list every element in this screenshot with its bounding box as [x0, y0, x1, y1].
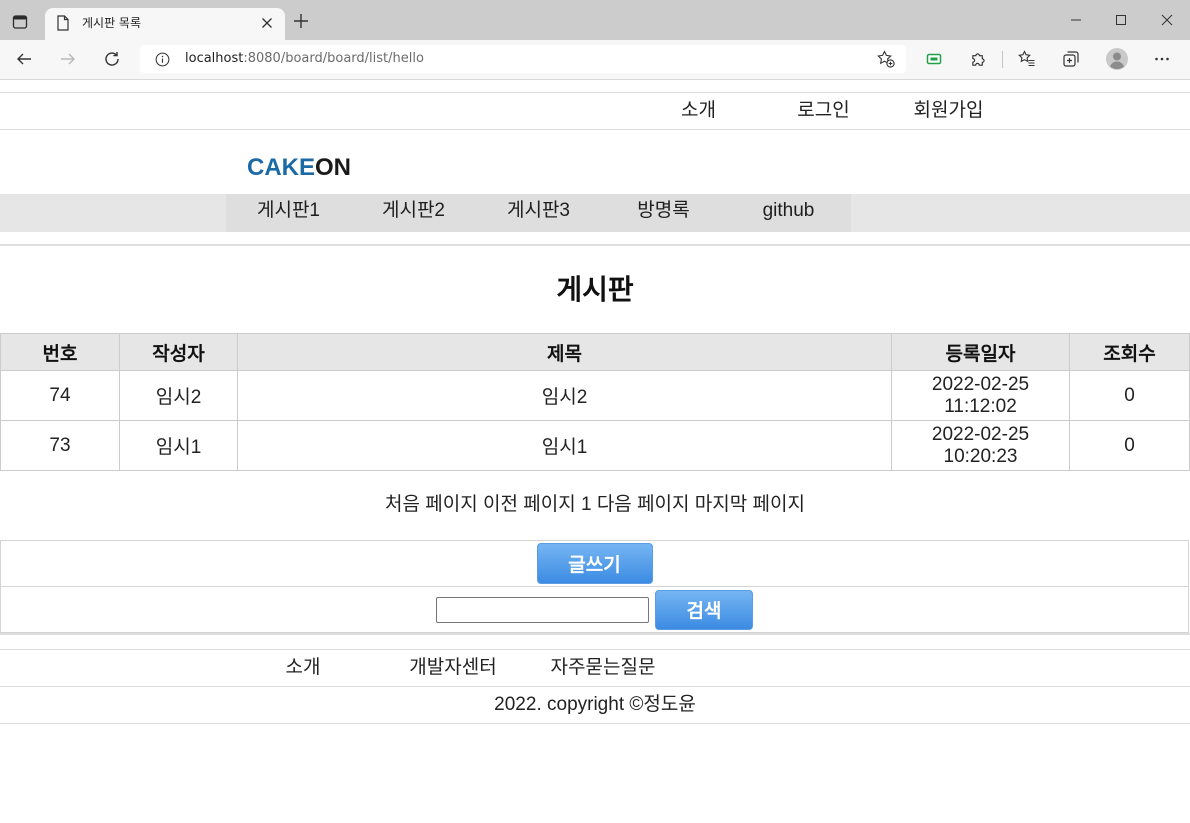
main-nav-list: 게시판1 게시판2 게시판3 방명록 github [226, 194, 851, 232]
reg-date-text: 2022-02-25 10:20:23 [931, 423, 1030, 467]
cell-writer: 임시1 [119, 420, 238, 471]
cell-reg-date: 2022-02-25 10:20:23 [891, 420, 1070, 471]
header-writer: 작성자 [119, 333, 238, 371]
minimize-icon[interactable] [1060, 4, 1092, 36]
pagination-prev-link[interactable]: 이전 페이지 [483, 494, 576, 515]
info-icon[interactable] [152, 49, 172, 69]
footer-intro-link[interactable]: 소개 [228, 650, 378, 685]
search-button[interactable]: 검색 [655, 589, 753, 630]
write-row: 글쓰기 [0, 540, 1189, 587]
cell-views: 0 [1069, 370, 1190, 421]
search-input[interactable] [436, 596, 649, 623]
pagination-next-link[interactable]: 다음 페이지 [597, 494, 690, 515]
table-row: 73 임시1 임시1 2022-02-25 10:20:23 0 [0, 420, 1190, 471]
new-tab-icon[interactable] [289, 9, 313, 33]
tab-strip: 게시판 목록 [0, 0, 1190, 40]
cell-subject: 임시2 [237, 370, 892, 421]
close-window-icon[interactable] [1151, 4, 1183, 36]
browser-toolbar: localhost:8080/board/board/list/hello [0, 40, 1190, 80]
search-form: 검색 [1, 589, 1188, 630]
browser-tab[interactable]: 게시판 목록 [45, 8, 285, 40]
extensions-puzzle-icon[interactable] [962, 43, 994, 75]
tab-title: 게시판 목록 [82, 16, 142, 30]
footer-divider [0, 633, 1190, 635]
pagination-first-link[interactable]: 처음 페이지 [385, 494, 478, 515]
footer-dev-center-link[interactable]: 개발자센터 [378, 650, 528, 685]
cell-views: 0 [1069, 420, 1190, 471]
write-cell: 글쓰기 [0, 540, 1189, 587]
url-text[interactable]: localhost:8080/board/board/list/hello [185, 45, 424, 73]
page-icon [53, 13, 73, 33]
top-nav-intro-link[interactable]: 소개 [636, 93, 761, 128]
main-nav-github[interactable]: github [726, 194, 851, 232]
cell-reg-date: 2022-02-25 11:12:02 [891, 370, 1070, 421]
profile-icon[interactable] [1101, 43, 1133, 75]
forward-icon[interactable] [52, 43, 84, 75]
address-bar[interactable]: localhost:8080/board/board/list/hello [140, 45, 906, 73]
header-views: 조회수 [1069, 333, 1190, 371]
add-favorite-icon[interactable] [874, 47, 898, 71]
url-host: localhost [185, 51, 244, 66]
board-actions: 글쓰기 검색 [0, 540, 1189, 633]
header-no: 번호 [0, 333, 120, 371]
main-nav-guestbook[interactable]: 방명록 [601, 194, 726, 232]
post-title-link[interactable]: 임시2 [542, 387, 588, 408]
favorites-icon[interactable] [1011, 43, 1043, 75]
pagination-last-link[interactable]: 마지막 페이지 [695, 494, 805, 515]
pagination: 처음 페이지 이전 페이지 1 다음 페이지 마지막 페이지 [0, 470, 1190, 540]
reg-date-text: 2022-02-25 11:12:02 [931, 373, 1030, 417]
top-nav: 소개 로그인 회원가입 [0, 92, 1190, 130]
write-button[interactable]: 글쓰기 [536, 543, 653, 584]
collections-icon[interactable] [1055, 43, 1087, 75]
tab-actions-icon[interactable] [4, 6, 36, 38]
url-path: :8080/board/board/list/hello [243, 51, 424, 66]
table-row: 74 임시2 임시2 2022-02-25 11:12:02 0 [0, 370, 1190, 421]
close-tab-icon[interactable] [257, 13, 277, 33]
search-row: 검색 [0, 586, 1189, 633]
footer-nav: 소개 개발자센터 자주묻는질문 [0, 649, 1190, 687]
cell-writer: 임시2 [119, 370, 238, 421]
pagination-page-link[interactable]: 1 [581, 494, 592, 515]
top-nav-login-link[interactable]: 로그인 [761, 93, 886, 128]
main-nav-board1[interactable]: 게시판1 [226, 194, 351, 232]
top-nav-signup-link[interactable]: 회원가입 [886, 93, 1011, 128]
top-nav-list: 소개 로그인 회원가입 [636, 93, 1011, 128]
more-icon[interactable] [1146, 43, 1178, 75]
table-header-row: 번호 작성자 제목 등록일자 조회수 [0, 333, 1190, 371]
page-title: 게시판 [556, 274, 634, 305]
footer-nav-list: 소개 개발자센터 자주묻는질문 [228, 650, 678, 685]
main-nav: 게시판1 게시판2 게시판3 방명록 github [0, 194, 1190, 232]
refresh-icon[interactable] [96, 43, 128, 75]
logo-part-accent: CAKE [247, 154, 316, 181]
header-reg-date: 등록일자 [891, 333, 1070, 371]
back-icon[interactable] [8, 43, 40, 75]
main-nav-board2[interactable]: 게시판2 [351, 194, 476, 232]
maximize-icon[interactable] [1105, 4, 1137, 36]
search-cell: 검색 [0, 586, 1189, 633]
cell-subject: 임시1 [237, 420, 892, 471]
cell-no: 73 [0, 420, 120, 471]
header-subject: 제목 [237, 333, 892, 371]
extension-icon[interactable] [918, 43, 950, 75]
post-title-link[interactable]: 임시1 [542, 437, 588, 458]
logo-part-dark: ON [315, 154, 352, 181]
footer-faq-link[interactable]: 자주묻는질문 [528, 650, 678, 685]
copyright: 2022. copyright ©정도윤 [0, 687, 1190, 724]
cell-no: 74 [0, 370, 120, 421]
toolbar-divider [1002, 51, 1003, 68]
site-logo[interactable]: CAKEON [247, 154, 351, 182]
main-nav-board3[interactable]: 게시판3 [476, 194, 601, 232]
board-table: 번호 작성자 제목 등록일자 조회수 74 임시2 임시2 2022-02-25… [0, 333, 1190, 471]
